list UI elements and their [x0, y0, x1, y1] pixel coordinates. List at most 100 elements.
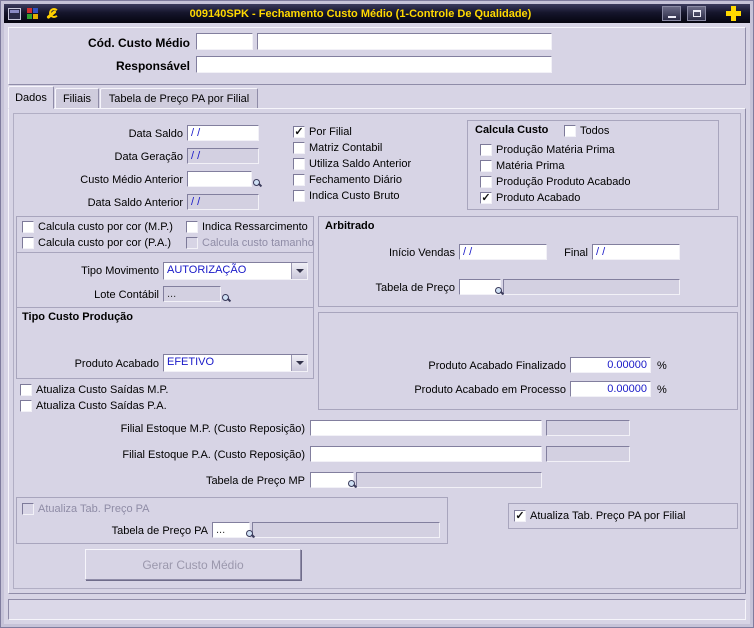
checkbox-label: Indica Custo Bruto — [309, 189, 400, 202]
chevron-down-icon[interactable] — [291, 355, 307, 371]
checkbox-producao-produto-acabado[interactable]: Produção Produto Acabado — [480, 175, 631, 188]
checkbox-label: Produto Acabado — [496, 191, 581, 204]
tabela-preco-pa-input[interactable]: ... — [212, 522, 250, 538]
checkbox-por-filial[interactable]: ✓ Por Filial — [293, 125, 352, 138]
maximize-icon — [692, 10, 701, 17]
checkbox-box[interactable] — [22, 220, 34, 233]
final-label: Final — [564, 247, 588, 259]
checkbox-atualiza-tab-preco-pa-por-filial[interactable]: ✓ Atualiza Tab. Preço PA por Filial — [514, 509, 686, 522]
lookup-icon[interactable] — [246, 530, 256, 540]
selected-value: EFETIVO — [167, 356, 215, 368]
checkbox-box[interactable]: ✓ — [514, 509, 526, 522]
checkbox-box[interactable]: ✓ — [480, 191, 492, 204]
minimize-button[interactable] — [662, 6, 681, 21]
checkbox-box[interactable] — [480, 159, 492, 172]
lookup-icon[interactable] — [495, 287, 505, 297]
cod-custo-medio-label: Cód. Custo Médio — [88, 36, 190, 50]
maximize-button[interactable] — [687, 6, 706, 21]
filial-estoque-mp-code — [546, 420, 630, 436]
checkbox-label: Atualiza Tab. Preço PA — [38, 502, 150, 515]
data-saldo-anterior-label: Data Saldo Anterior — [87, 197, 183, 209]
selected-value: AUTORIZAÇÃO — [167, 264, 247, 276]
checkbox-box[interactable] — [186, 220, 198, 233]
title-bar: 009140SPK - Fechamento Custo Médio (1-Co… — [4, 4, 750, 23]
checkbox-matriz-contabil[interactable]: Matriz Contabil — [293, 141, 382, 154]
checkbox-atualiza-tab-preco-pa: Atualiza Tab. Preço PA — [22, 502, 150, 515]
checkbox-box — [22, 502, 34, 515]
checkbox-label: Utiliza Saldo Anterior — [309, 157, 412, 170]
lote-contabil-input[interactable]: ... — [163, 286, 221, 302]
gerar-custo-medio-button[interactable]: Gerar Custo Médio — [85, 549, 301, 580]
wrench-icon[interactable] — [45, 7, 59, 21]
chevron-down-icon[interactable] — [291, 263, 307, 279]
data-geracao-label: Data Geração — [114, 151, 183, 163]
grid-dot — [27, 7, 32, 13]
tab-filiais[interactable]: Filiais — [55, 88, 99, 109]
arbitrado-title: Arbitrado — [325, 220, 375, 232]
checkbox-produto-acabado[interactable]: ✓ Produto Acabado — [480, 191, 580, 204]
data-saldo-input[interactable]: / / — [187, 125, 259, 141]
status-bar — [8, 599, 746, 620]
checkbox-calcula-custo-cor-mp[interactable]: Calcula custo por cor (M.P.) — [22, 220, 173, 233]
checkbox-box[interactable] — [20, 383, 32, 396]
checkbox-atualiza-custo-saidas-pa[interactable]: Atualiza Custo Saídas P.A. — [20, 399, 167, 412]
checkbox-indica-ressarcimento[interactable]: Indica Ressarcimento — [186, 220, 308, 233]
inicio-vendas-label: Início Vendas — [388, 247, 455, 259]
checkbox-box[interactable] — [293, 157, 305, 170]
checkbox-box[interactable] — [293, 173, 305, 186]
checkbox-label: Matriz Contabil — [309, 141, 383, 154]
filial-estoque-pa-code — [546, 446, 630, 462]
tab-tabela-preco-pa[interactable]: Tabela de Preço PA por Filial — [100, 88, 258, 109]
checkbox-utiliza-saldo-anterior[interactable]: Utiliza Saldo Anterior — [293, 157, 411, 170]
data-geracao-input: / / — [187, 148, 259, 164]
checkbox-indica-custo-bruto[interactable]: Indica Custo Bruto — [293, 189, 400, 202]
checkbox-label: Todos — [580, 124, 610, 137]
lote-contabil-label: Lote Contábil — [94, 289, 159, 301]
produto-acabado-select[interactable]: EFETIVO — [163, 354, 308, 372]
pa-finalizado-unit: % — [657, 360, 667, 372]
filial-estoque-pa-label: Filial Estoque P.A. (Custo Reposição) — [122, 449, 305, 461]
responsavel-input[interactable] — [196, 56, 552, 73]
checkbox-box[interactable] — [22, 236, 34, 249]
tipo-movimento-label: Tipo Movimento — [81, 265, 159, 277]
produto-acabado-label: Produto Acabado — [74, 358, 159, 370]
grid-icon[interactable] — [27, 7, 39, 20]
lookup-icon[interactable] — [348, 480, 358, 490]
tipo-movimento-select[interactable]: AUTORIZAÇÃO — [163, 262, 308, 280]
cod-custo-medio-input[interactable] — [196, 33, 253, 50]
filial-estoque-mp-input[interactable] — [310, 420, 542, 436]
checkbox-fechamento-diario[interactable]: Fechamento Diário — [293, 173, 402, 186]
checkbox-calcula-custo-tamanho: Calcula custo tamanho — [186, 236, 314, 249]
checkbox-label: Matéria Prima — [496, 159, 565, 172]
minimize-icon — [667, 15, 676, 18]
data-saldo-anterior-input: / / — [187, 194, 259, 210]
custo-medio-anterior-input[interactable] — [187, 171, 252, 187]
pa-processo-input[interactable]: 0.00000 — [570, 381, 651, 397]
tabela-preco-mp-label: Tabela de Preço MP — [205, 475, 305, 487]
checkbox-box[interactable] — [293, 189, 305, 202]
tab-dados[interactable]: Dados — [8, 86, 54, 109]
checkbox-label: Atualiza Custo Saídas P.A. — [36, 399, 167, 412]
pa-finalizado-input[interactable]: 0.00000 — [570, 357, 651, 373]
lookup-icon[interactable] — [222, 294, 232, 304]
checkbox-atualiza-custo-saidas-mp[interactable]: Atualiza Custo Saídas M.P. — [20, 383, 168, 396]
tab-label: Dados — [15, 91, 47, 104]
checkbox-box[interactable] — [564, 124, 576, 137]
checkbox-todos[interactable]: Todos — [564, 124, 609, 137]
cod-custo-medio-desc-input[interactable] — [257, 33, 552, 50]
final-input[interactable]: / / — [592, 244, 680, 260]
checkbox-producao-materia-prima[interactable]: Produção Matéria Prima — [480, 143, 615, 156]
checkbox-box[interactable] — [20, 399, 32, 412]
filial-estoque-pa-input[interactable] — [310, 446, 542, 462]
pa-processo-unit: % — [657, 384, 667, 396]
inicio-vendas-input[interactable]: / / — [459, 244, 547, 260]
checkbox-box[interactable] — [480, 143, 492, 156]
lookup-icon[interactable] — [253, 179, 263, 189]
checkbox-box[interactable]: ✓ — [293, 125, 305, 138]
close-button[interactable] — [720, 5, 746, 22]
checkbox-box[interactable] — [480, 175, 492, 188]
checkbox-calcula-custo-cor-pa[interactable]: Calcula custo por cor (P.A.) — [22, 236, 171, 249]
tabela-preco-desc — [503, 279, 680, 295]
checkbox-materia-prima[interactable]: Matéria Prima — [480, 159, 564, 172]
checkbox-box[interactable] — [293, 141, 305, 154]
